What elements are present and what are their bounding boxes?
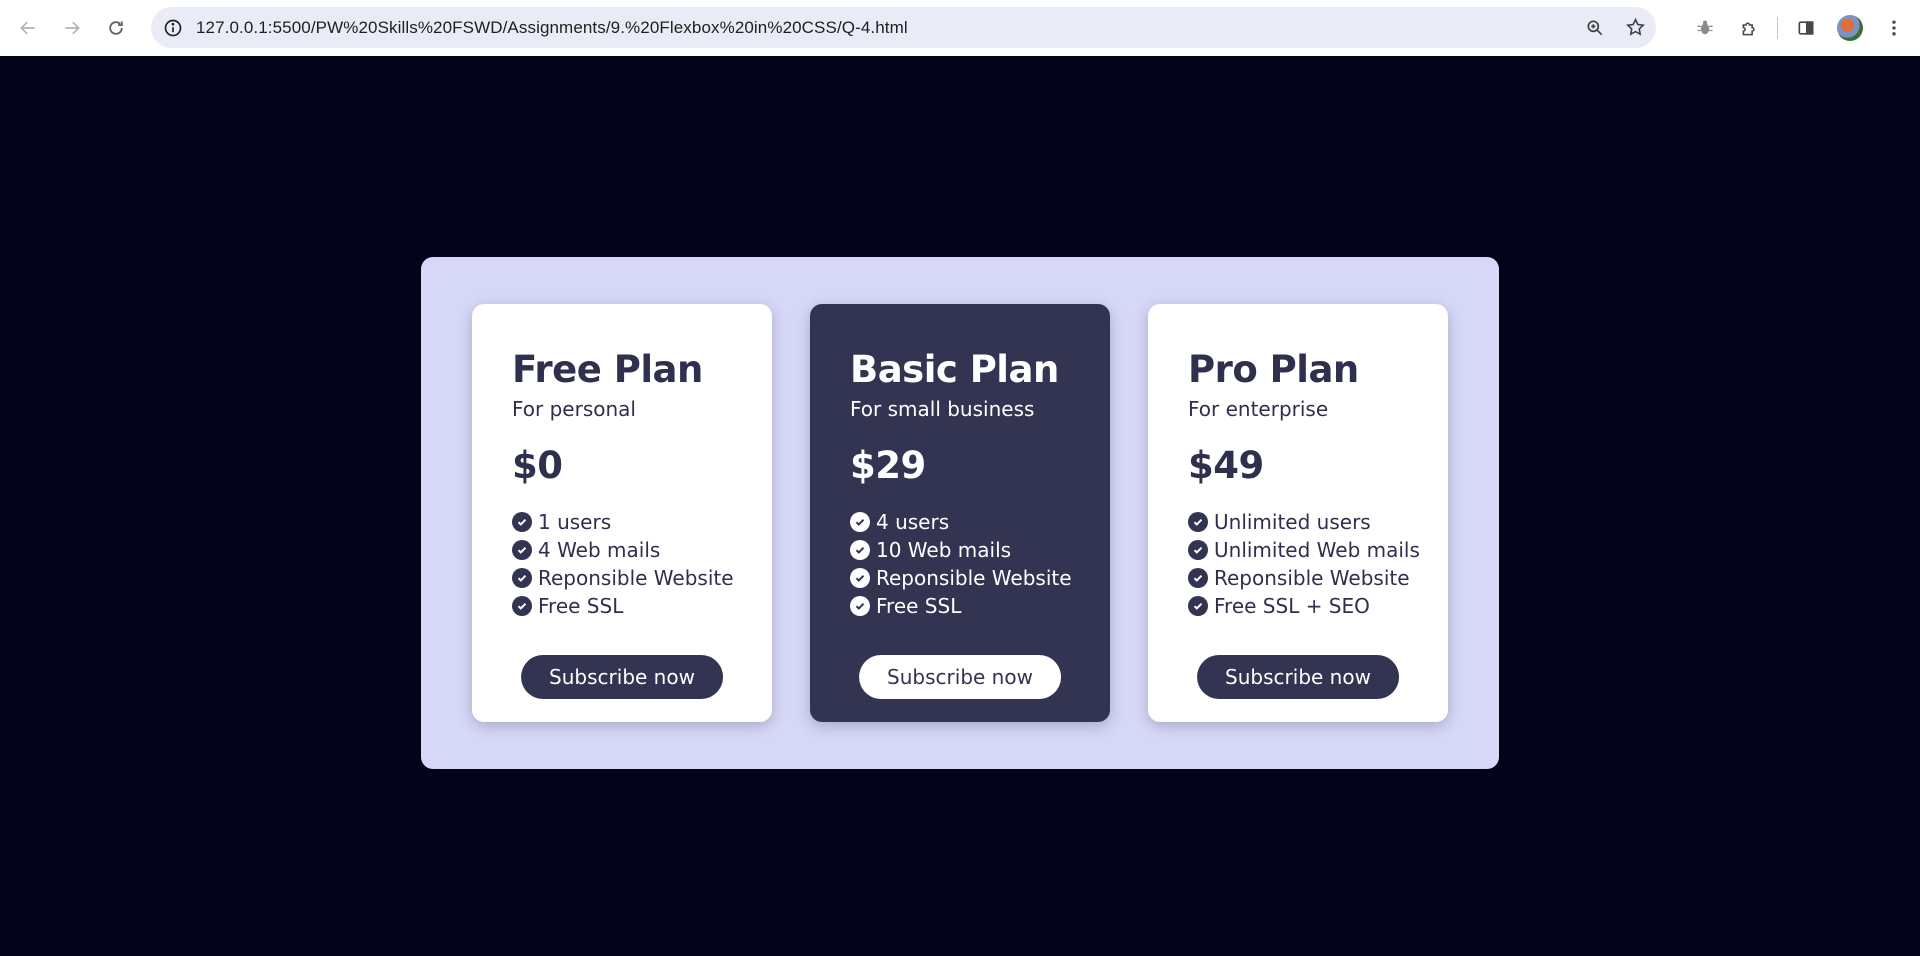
- plan-card-basic: Basic Plan For small business $29 4 user…: [810, 304, 1110, 722]
- plan-title: Basic Plan: [850, 348, 1059, 391]
- feature-item: Unlimited Web mails: [1188, 536, 1448, 564]
- feature-item: 4 Web mails: [512, 536, 772, 564]
- pricing-container: Free Plan For personal $0 1 users 4 Web …: [421, 257, 1499, 769]
- feature-item: Reponsible Website: [512, 564, 772, 592]
- check-circle-icon: [512, 540, 532, 560]
- subscribe-button[interactable]: Subscribe now: [1197, 655, 1399, 699]
- feature-item: Unlimited users: [1188, 508, 1448, 536]
- profile-avatar[interactable]: [1828, 8, 1872, 48]
- feature-item: 4 users: [850, 508, 1110, 536]
- feature-list: 4 users 10 Web mails Reponsible Website …: [850, 508, 1110, 620]
- menu-dots-icon[interactable]: [1872, 8, 1916, 48]
- browser-toolbar: 127.0.0.1:5500/PW%20Skills%20FSWD/Assign…: [0, 0, 1920, 56]
- bug-extension-icon[interactable]: [1683, 8, 1727, 48]
- check-circle-icon: [1188, 568, 1208, 588]
- feature-label: Reponsible Website: [538, 566, 734, 590]
- feature-item: Free SSL: [512, 592, 772, 620]
- feature-label: Reponsible Website: [1214, 566, 1410, 590]
- feature-item: 10 Web mails: [850, 536, 1110, 564]
- site-info-icon[interactable]: [162, 17, 184, 39]
- feature-list: 1 users 4 Web mails Reponsible Website F…: [512, 508, 772, 620]
- feature-label: 4 users: [876, 510, 950, 534]
- feature-label: Unlimited users: [1214, 510, 1371, 534]
- subscribe-button[interactable]: Subscribe now: [859, 655, 1061, 699]
- feature-label: 4 Web mails: [538, 538, 661, 562]
- feature-list: Unlimited users Unlimited Web mails Repo…: [1188, 508, 1448, 620]
- feature-item: Free SSL: [850, 592, 1110, 620]
- reload-icon[interactable]: [94, 8, 138, 48]
- star-icon[interactable]: [1624, 17, 1646, 39]
- plan-card-pro: Pro Plan For enterprise $49 Unlimited us…: [1148, 304, 1448, 722]
- feature-label: Free SSL: [538, 594, 624, 618]
- feature-item: Reponsible Website: [1188, 564, 1448, 592]
- feature-item: Reponsible Website: [850, 564, 1110, 592]
- check-circle-icon: [1188, 596, 1208, 616]
- feature-label: 10 Web mails: [876, 538, 1012, 562]
- check-circle-icon: [512, 512, 532, 532]
- check-circle-icon: [1188, 540, 1208, 560]
- plan-title: Pro Plan: [1188, 348, 1359, 391]
- feature-label: Unlimited Web mails: [1214, 538, 1420, 562]
- feature-label: 1 users: [538, 510, 612, 534]
- check-circle-icon: [850, 540, 870, 560]
- plan-subtitle: For small business: [850, 397, 1035, 421]
- plan-price: $29: [850, 444, 926, 487]
- check-circle-icon: [512, 596, 532, 616]
- check-circle-icon: [850, 512, 870, 532]
- plan-title: Free Plan: [512, 348, 703, 391]
- plan-card-free: Free Plan For personal $0 1 users 4 Web …: [472, 304, 772, 722]
- side-panel-icon[interactable]: [1784, 8, 1828, 48]
- toolbar-divider: [1777, 17, 1778, 39]
- back-arrow-icon[interactable]: [6, 8, 50, 48]
- check-circle-icon: [850, 596, 870, 616]
- plan-subtitle: For enterprise: [1188, 397, 1329, 421]
- check-circle-icon: [512, 568, 532, 588]
- feature-label: Reponsible Website: [876, 566, 1072, 590]
- address-bar[interactable]: 127.0.0.1:5500/PW%20Skills%20FSWD/Assign…: [151, 7, 1656, 48]
- check-circle-icon: [1188, 512, 1208, 532]
- plan-price: $0: [512, 444, 563, 487]
- forward-arrow-icon[interactable]: [50, 8, 94, 48]
- feature-label: Free SSL + SEO: [1214, 594, 1370, 618]
- feature-item: 1 users: [512, 508, 772, 536]
- url-text[interactable]: 127.0.0.1:5500/PW%20Skills%20FSWD/Assign…: [196, 18, 908, 38]
- plan-subtitle: For personal: [512, 397, 636, 421]
- extensions-puzzle-icon[interactable]: [1727, 8, 1771, 48]
- feature-label: Free SSL: [876, 594, 962, 618]
- feature-item: Free SSL + SEO: [1188, 592, 1448, 620]
- plan-price: $49: [1188, 444, 1264, 487]
- zoom-icon[interactable]: [1584, 17, 1606, 39]
- check-circle-icon: [850, 568, 870, 588]
- subscribe-button[interactable]: Subscribe now: [521, 655, 723, 699]
